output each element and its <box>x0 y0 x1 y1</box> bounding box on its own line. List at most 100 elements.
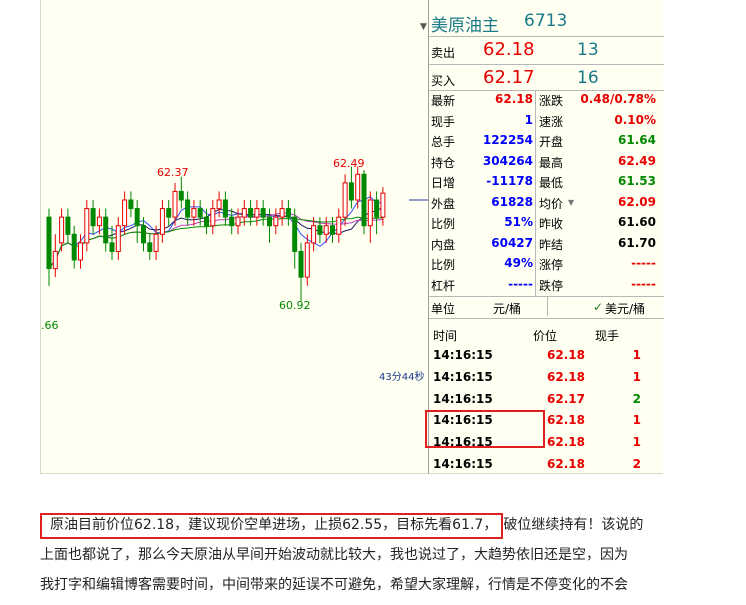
tick-price: 62.17 <box>547 391 585 406</box>
caption-line-3: 我打字和编辑博客需要时间，中间带来的延误不可避免，希望大家理解，行情是不停变化的… <box>40 577 628 593</box>
tick-qty: 1 <box>632 348 641 362</box>
instrument-code: 6713 <box>524 11 568 31</box>
candle-body <box>71 233 77 261</box>
highlight-box-ticks <box>425 410 545 448</box>
candle-body <box>367 199 373 227</box>
tick-header-price: 价位 <box>533 329 558 343</box>
quote-value: 0.48/0.78% <box>580 92 656 106</box>
divider <box>547 296 548 316</box>
unit-cny-option[interactable]: 元/桶 <box>493 300 521 317</box>
quote-value: 61.64 <box>618 133 656 147</box>
quote-value: 60427 <box>491 235 533 250</box>
countdown-timer: 43分44秒 <box>379 372 425 383</box>
candle-body <box>229 216 235 227</box>
divider <box>535 90 536 296</box>
tick-qty: 1 <box>632 435 641 450</box>
quote-label: 总手 <box>431 135 456 149</box>
quote-label: 昨收 <box>539 217 564 231</box>
candle-body <box>46 216 52 270</box>
candle-body <box>166 208 172 218</box>
chart-label-left: .66 <box>41 319 59 332</box>
tick-header-time: 时间 <box>433 329 458 343</box>
candle-body <box>311 225 317 244</box>
quote-label: 持仓 <box>431 155 456 170</box>
quote-value: 62.18 <box>495 92 533 106</box>
candle-body <box>172 190 178 218</box>
quote-value: ----- <box>508 276 533 291</box>
quote-label: 现手 <box>431 114 456 129</box>
divider <box>429 318 664 319</box>
quote-label: 比例 <box>431 217 456 231</box>
quote-label: 涨停 <box>539 258 564 272</box>
candle-body <box>185 199 191 218</box>
quote-value: 61.53 <box>618 174 656 188</box>
quote-label: 日增 <box>431 176 456 190</box>
candle-body <box>52 250 58 270</box>
quote-value: 62.09 <box>618 194 656 209</box>
candle-body <box>90 208 96 227</box>
sell-label: 卖出 <box>431 46 456 60</box>
tick-time: 14:16:15 <box>433 391 493 406</box>
quote-label: 外盘 <box>431 196 456 211</box>
candle-body <box>342 182 348 218</box>
candle-body <box>178 190 184 201</box>
candle-body <box>317 225 323 235</box>
candle-body <box>304 242 310 278</box>
chart-canvas <box>46 166 428 302</box>
candle-body <box>292 216 298 252</box>
unit-check-icon: ✓ <box>593 300 604 314</box>
tick-header-qty: 现手 <box>595 329 620 343</box>
quote-value: 49% <box>504 256 533 270</box>
candle-body <box>59 216 65 244</box>
tick-qty: 1 <box>632 369 641 384</box>
quote-value: ----- <box>631 256 656 270</box>
highlighted-advice: 原油目前价位62.18，建议现价空单进场，止损62.55，目标先看61.7， <box>40 510 504 540</box>
buy-qty: 16 <box>577 68 599 88</box>
quote-label: 内盘 <box>431 237 456 252</box>
candle-body <box>285 208 291 218</box>
sell-qty: 13 <box>577 40 599 60</box>
quote-value: 51% <box>504 215 533 229</box>
tick-time: 14:16:15 <box>433 369 493 384</box>
quote-panel: 美原油主 6713 卖出 62.18 13 买入 62.17 16 最新 62.1… <box>425 0 664 474</box>
unit-usd-option[interactable]: 美元/桶 <box>605 300 645 317</box>
candle-body <box>191 208 197 218</box>
buy-price[interactable]: 62.17 <box>483 67 535 88</box>
caption-rest: 破位继续持有！该说的 <box>503 517 644 533</box>
quote-value: 0.10% <box>614 112 656 127</box>
divider <box>429 36 664 37</box>
candle-body <box>122 199 128 227</box>
candle-body <box>128 199 134 210</box>
candle-body <box>222 199 228 218</box>
instrument-name: 美原油主 <box>431 16 499 36</box>
sell-price[interactable]: 62.18 <box>483 39 535 60</box>
candlestick-chart: 62.37 62.49 60.92 .66 43分44秒 ▼ <box>41 0 428 474</box>
tick-price: 62.18 <box>547 369 585 384</box>
quote-value: 61828 <box>491 194 533 209</box>
candle-body <box>336 216 342 235</box>
divider <box>429 64 664 65</box>
quote-label: 涨跌 <box>539 94 564 108</box>
quote-label: 开盘 <box>539 135 564 149</box>
candle-body <box>279 208 285 218</box>
candle-body <box>103 216 109 244</box>
chart-label-high: 62.49 <box>333 157 365 170</box>
quote-value: 304264 <box>482 153 533 168</box>
candle-body <box>78 242 83 261</box>
caption-line-1: 原油目前价位62.18，建议现价空单进场，止损62.55，目标先看61.7， 破… <box>40 510 730 540</box>
candle-body <box>323 225 329 235</box>
chart-label-low: 60.92 <box>279 299 311 312</box>
chart-label-mid-high: 62.37 <box>157 166 189 179</box>
quote-value: 61.70 <box>618 235 656 250</box>
candle-body <box>241 208 247 218</box>
quote-label: 比例 <box>431 258 456 272</box>
quote-label: 杠杆 <box>431 278 456 293</box>
candle-body <box>134 208 140 227</box>
candle-body <box>153 233 159 252</box>
divider <box>429 90 664 91</box>
dropdown-arrow-icon[interactable]: ▼ <box>568 198 574 207</box>
quote-label: 最高 <box>539 155 564 170</box>
chart-scroll-marker-icon[interactable]: ▼ <box>420 22 427 32</box>
tick-qty: 2 <box>632 391 641 406</box>
unit-label: 单位 <box>431 302 456 316</box>
